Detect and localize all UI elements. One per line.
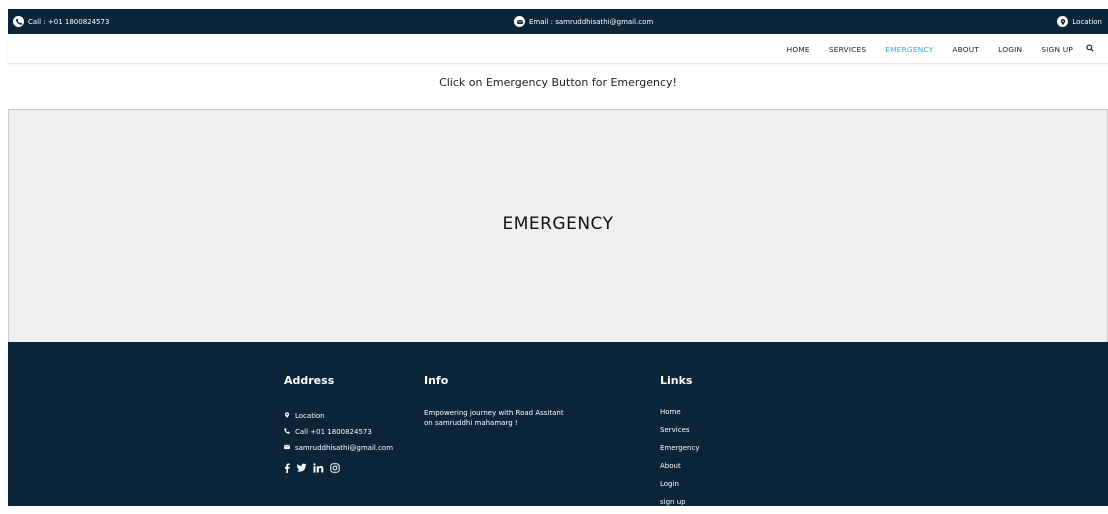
footer-link-about[interactable]: About	[660, 460, 699, 478]
footer-call-text: Call +01 1800824573	[295, 428, 372, 436]
footer-links: Home Services Emergency About Login sign…	[660, 406, 699, 514]
nav-item-home[interactable]: HOME	[787, 45, 810, 54]
footer-address-title: Address	[284, 374, 335, 387]
envelope-icon	[514, 16, 525, 27]
twitter-icon[interactable]	[296, 463, 307, 473]
footer-email-text: samruddhisathi@gmail.com	[295, 444, 394, 452]
search-button[interactable]	[1086, 44, 1094, 54]
emergency-panel: EMERGENCY	[8, 109, 1108, 342]
nav-item-signup[interactable]: SIGN UP	[1041, 45, 1073, 54]
footer-email-row[interactable]: samruddhisathi@gmail.com	[284, 440, 393, 456]
phone-icon	[284, 428, 290, 436]
linkedin-icon[interactable]	[313, 463, 324, 473]
map-marker-icon	[284, 412, 290, 420]
footer-link-login[interactable]: Login	[660, 478, 699, 496]
topbar-location[interactable]: Location	[1057, 9, 1102, 34]
footer-call-row[interactable]: Call +01 1800824573	[284, 424, 393, 440]
phone-icon	[13, 16, 24, 27]
footer-address: Location Call +01 1800824573 samruddhisa…	[284, 408, 393, 456]
nav-menu: HOME SERVICES EMERGENCY ABOUT LOGIN SIGN…	[787, 34, 1094, 64]
footer-link-signup[interactable]: sign up	[660, 496, 699, 514]
social-links	[284, 463, 340, 473]
envelope-icon	[284, 444, 290, 452]
footer-info-text: Empowering journey with Road Assitant on…	[424, 409, 564, 427]
nav-item-emergency[interactable]: EMERGENCY	[885, 45, 933, 54]
footer-location-text: Location	[295, 412, 325, 420]
emergency-notice: Click on Emergency Button for Emergency!	[439, 76, 677, 89]
footer: Address Info Links Location Call +01 180…	[8, 342, 1108, 506]
emergency-button[interactable]: EMERGENCY	[9, 214, 1107, 234]
footer-info-title: Info	[424, 374, 449, 387]
footer-location-row[interactable]: Location	[284, 408, 393, 424]
topbar-call[interactable]: Call : +01 1800824573	[13, 9, 109, 34]
top-contact-bar: Call : +01 1800824573 Email : samruddhis…	[8, 9, 1108, 34]
facebook-icon[interactable]	[284, 463, 290, 473]
main-navbar: HOME SERVICES EMERGENCY ABOUT LOGIN SIGN…	[8, 34, 1108, 64]
map-marker-icon	[1057, 16, 1069, 27]
instagram-icon[interactable]	[330, 463, 340, 473]
topbar-email[interactable]: Email : samruddhisathi@gmail.com	[514, 9, 653, 34]
nav-item-login[interactable]: LOGIN	[998, 45, 1022, 54]
nav-item-about[interactable]: ABOUT	[952, 45, 979, 54]
footer-link-emergency[interactable]: Emergency	[660, 442, 699, 460]
topbar-location-text: Location	[1072, 17, 1102, 26]
footer-link-home[interactable]: Home	[660, 406, 699, 424]
footer-link-services[interactable]: Services	[660, 424, 699, 442]
topbar-call-text: Call : +01 1800824573	[28, 17, 110, 26]
footer-links-title: Links	[660, 374, 693, 387]
search-icon	[1086, 44, 1094, 54]
nav-item-services[interactable]: SERVICES	[829, 45, 866, 54]
topbar-email-text: Email : samruddhisathi@gmail.com	[529, 17, 654, 26]
